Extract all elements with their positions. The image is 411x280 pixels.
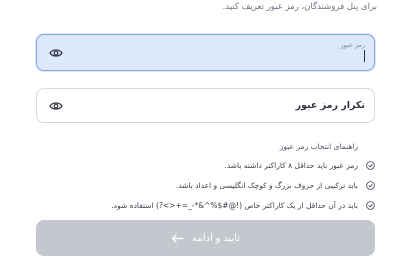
- confirm-continue-label: تایید و ادامه: [192, 232, 240, 244]
- check-circle-icon: [366, 160, 375, 170]
- confirm-continue-button[interactable]: تایید و ادامه: [36, 220, 375, 256]
- check-circle-icon: [366, 200, 375, 210]
- password-rule-text: رمز عبور باید حداقل ۸ کاراکتر داشته باشد…: [224, 160, 358, 170]
- confirm-password-placeholder: تکرار رمز عبور: [295, 100, 365, 111]
- page-subtitle: برای پنل فروشندگان، رمز عبور تعریف کنید.: [222, 2, 377, 12]
- check-circle-icon: [366, 180, 375, 190]
- password-rule: باید ترکیبی از حروف بزرگ و کوچک انگلیسی …: [111, 178, 375, 192]
- eye-icon[interactable]: [49, 48, 63, 58]
- password-label: رمز عبور: [340, 41, 365, 49]
- password-field[interactable]: رمز عبور: [36, 34, 375, 71]
- password-rule-text: باید ترکیبی از حروف بزرگ و کوچک انگلیسی …: [175, 180, 358, 190]
- password-guide-title: راهنمای انتخاب رمز عبور: [279, 142, 358, 151]
- password-setup-page: برای پنل فروشندگان، رمز عبور تعریف کنید.…: [0, 0, 411, 280]
- eye-icon[interactable]: [49, 101, 63, 111]
- password-rule: باید در آن حداقل از یک کاراکتر خاص (!@#$…: [111, 198, 375, 212]
- password-rule-text: باید در آن حداقل از یک کاراکتر خاص (!@#$…: [111, 200, 358, 210]
- password-rule: رمز عبور باید حداقل ۸ کاراکتر داشته باشد…: [111, 158, 375, 172]
- confirm-password-field[interactable]: تکرار رمز عبور: [36, 88, 375, 123]
- text-caret: [364, 50, 365, 62]
- password-rules-list: رمز عبور باید حداقل ۸ کاراکتر داشته باشد…: [111, 158, 375, 218]
- arrow-left-icon: [171, 233, 184, 243]
